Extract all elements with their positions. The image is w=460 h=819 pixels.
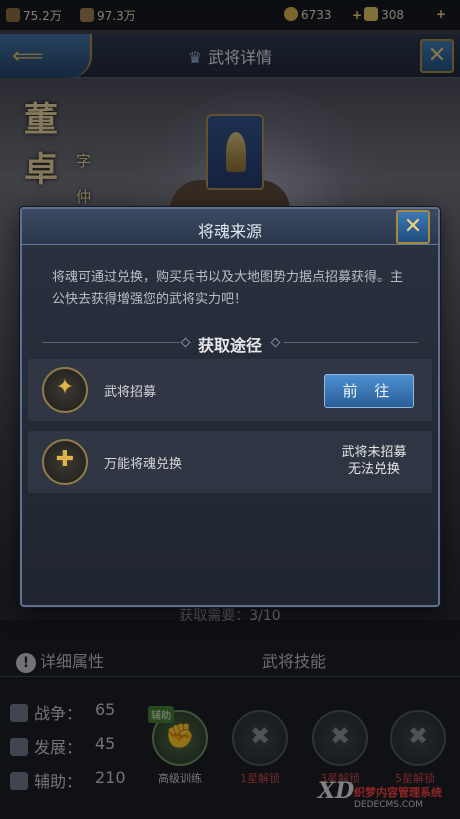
- dialog-close-button[interactable]: ✕: [396, 210, 430, 244]
- source-label: 武将招募: [104, 385, 157, 400]
- status-line: 无法兑换: [347, 462, 400, 477]
- dialog-title: 将魂来源: [197, 222, 262, 241]
- source-row-exchange: ✚ 万能将魂兑换 武将未招募 无法兑换: [28, 431, 432, 493]
- source-row-recruit: ✦ 武将招募 前 往: [28, 359, 432, 421]
- recruit-icon: ✦: [42, 367, 88, 413]
- exchange-status: 武将未招募 无法兑换: [324, 444, 424, 478]
- section-title: 获取途径: [197, 336, 262, 355]
- dialog-description: 将魂可通过兑换，购买兵书以及大地图势力据点招募获得。主公快去获得增强您的武将实力…: [52, 270, 404, 307]
- soul-source-dialog: 将魂来源 ✕ 将魂可通过兑换，购买兵书以及大地图势力据点招募获得。主公快去获得增…: [20, 207, 440, 607]
- go-button[interactable]: 前 往: [324, 374, 414, 408]
- divider-right: [284, 342, 418, 343]
- dialog-header: 将魂来源: [22, 209, 438, 245]
- status-line: 武将未招募: [341, 445, 407, 460]
- puzzle-icon: ✚: [42, 439, 88, 485]
- source-label: 万能将魂兑换: [104, 457, 183, 472]
